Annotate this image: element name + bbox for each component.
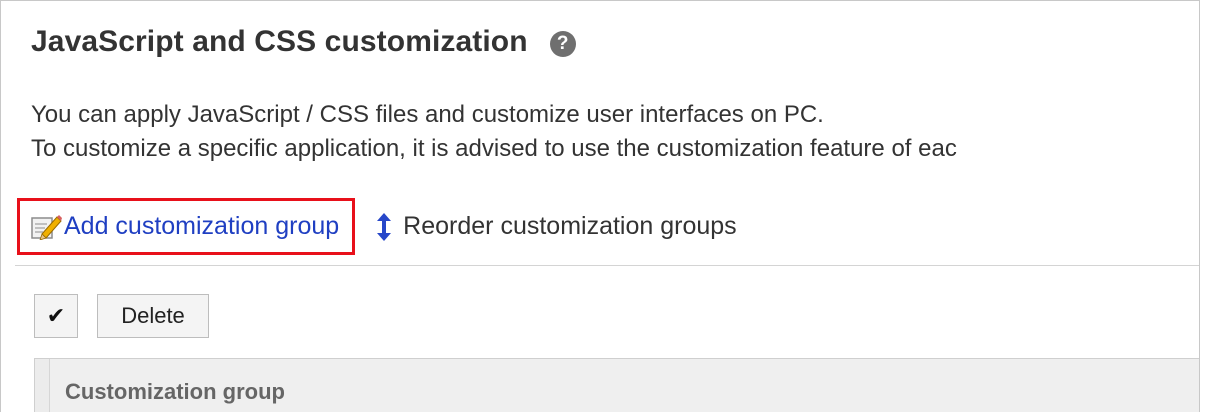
- table-header: Customization group: [34, 358, 1199, 412]
- description-line-2: To customize a specific application, it …: [31, 135, 957, 162]
- reorder-customization-groups-label: Reorder customization groups: [403, 212, 737, 240]
- customization-group-column-header: Customization group: [65, 379, 285, 404]
- divider: [15, 265, 1199, 266]
- add-customization-group-label: Add customization group: [64, 212, 340, 240]
- checkbox-column-header: [35, 359, 50, 412]
- title-row: JavaScript and CSS customization ?: [31, 25, 576, 59]
- check-all-button[interactable]: ✔: [34, 294, 78, 338]
- add-customization-group-link[interactable]: Add customization group: [17, 198, 356, 255]
- delete-button[interactable]: Delete: [97, 294, 209, 338]
- edit-pencil-icon: [31, 214, 62, 240]
- page-title: JavaScript and CSS customization: [31, 25, 528, 58]
- action-bar: Add customization group Reorder customiz…: [17, 198, 737, 255]
- description-line-1: You can apply JavaScript / CSS files and…: [31, 101, 824, 128]
- help-icon[interactable]: ?: [549, 31, 576, 57]
- vertical-arrows-icon: [377, 212, 392, 241]
- page-description: You can apply JavaScript / CSS files and…: [31, 98, 957, 166]
- reorder-customization-groups-link[interactable]: Reorder customization groups: [377, 212, 737, 241]
- customization-page: JavaScript and CSS customization ? You c…: [0, 0, 1200, 412]
